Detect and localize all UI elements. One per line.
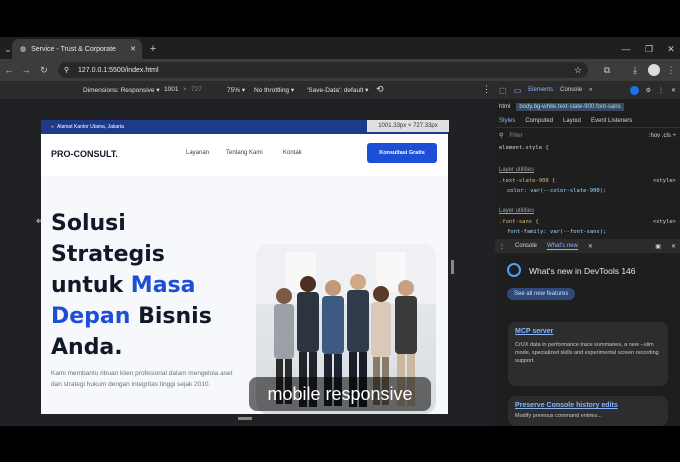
drawer-tab-whats-new[interactable]: What's new [547, 243, 578, 250]
url-field[interactable]: ⚲ 127.0.0.1:5500/index.html ☆ [58, 62, 588, 78]
feature-body: CrUX data in performance trace summaries… [515, 342, 659, 364]
device-menu-icon[interactable]: ⋮ [482, 84, 491, 95]
style-source-link[interactable]: <style> [653, 178, 676, 184]
drawer-menu-icon[interactable]: ⋮ [499, 243, 505, 250]
more-tabs-icon[interactable]: » [589, 87, 592, 93]
filter-options[interactable]: :hov .cls + [649, 133, 676, 139]
hero-heading: Solusi Strategis untuk Masa Depan Bisnis… [51, 208, 251, 363]
throttling-select[interactable]: No throttling ▾ [254, 86, 294, 94]
style-source-link[interactable]: <style> [653, 219, 676, 225]
profile-avatar[interactable] [648, 64, 660, 76]
rotate-icon[interactable]: ⟲ [376, 84, 384, 95]
feature-body: Modify previous command entries... [515, 413, 602, 419]
site-logo[interactable]: PRO-CONSULT. [51, 149, 118, 159]
drawer-tab-console[interactable]: Console [515, 243, 537, 249]
inspect-icon[interactable]: ⬚ [499, 86, 507, 95]
close-devtools-icon[interactable]: ✕ [671, 87, 676, 94]
url-text: 127.0.0.1:5500/index.html [78, 66, 159, 74]
browser-tab[interactable]: ◍ Service - Trust & Corporate ✕ [12, 39, 142, 59]
element-style-rule[interactable]: element.style { [499, 145, 549, 151]
whats-new-title: What's new in DevTools 146 [529, 266, 636, 276]
globe-icon: ◍ [20, 46, 27, 53]
width-input[interactable]: 1001 [164, 86, 178, 93]
back-icon[interactable]: ← [3, 64, 15, 76]
times-icon: × [183, 86, 187, 93]
styles-filter-input[interactable]: Filter [509, 133, 522, 139]
hero-line-5: Anda. [51, 335, 123, 360]
rule-property[interactable]: color: var(--color-slate-900); [507, 188, 606, 194]
hero-description: Kami membantu ribuan klien profesional d… [51, 370, 233, 388]
layer-label: Layer utilities [499, 208, 535, 214]
device-toggle-icon[interactable]: ▭ [514, 86, 522, 95]
top-address-text: Alamat Kantor Utama, Jakarta [57, 124, 125, 130]
feature-title-link[interactable]: Preserve Console history edits [515, 402, 661, 409]
video-caption: mobile responsive [249, 377, 431, 411]
new-tab-icon[interactable]: + [147, 43, 159, 55]
rule-selector[interactable]: .text-slate-900 { [499, 178, 555, 184]
feature-card: MCP server CrUX data in performance trac… [508, 322, 668, 386]
device-toolbar: Dimensions: Responsive ▾ 1001 × 727 75% … [0, 81, 495, 99]
tab-event-listeners[interactable]: Event Listeners [591, 118, 632, 124]
nav-link-layanan[interactable]: Layanan [186, 150, 209, 156]
hero-text: untuk [51, 273, 131, 298]
hero-line-1: Solusi [51, 211, 126, 236]
chrome-devtools-logo [507, 263, 521, 277]
bookmark-star-icon[interactable]: ☆ [574, 65, 582, 76]
issues-icon[interactable] [629, 85, 639, 95]
screen: ⌄ ◍ Service - Trust & Corporate ✕ + — ❐ … [0, 0, 680, 462]
site-info-icon[interactable]: ⚲ [64, 66, 69, 74]
save-data-select[interactable]: 'Save-Data': default ▾ [307, 86, 368, 94]
tab-styles[interactable]: Styles [499, 118, 515, 124]
rule-selector[interactable]: .font-sans { [499, 219, 539, 225]
hero-line-3: untuk Masa [51, 270, 251, 301]
hero-highlight: Depan [51, 304, 131, 329]
location-pin-icon: ● [51, 124, 55, 130]
minimize-icon[interactable]: — [620, 43, 632, 55]
filter-icon: ⚲ [499, 133, 504, 139]
hero-text: Bisnis [130, 304, 212, 329]
close-drawer-icon[interactable]: ✕ [671, 243, 676, 250]
tab-console[interactable]: Console [560, 87, 582, 93]
feature-card: Preserve Console history edits Modify pr… [508, 396, 668, 426]
breadcrumb-html[interactable]: html [499, 104, 510, 110]
nav-link-tentang-kami[interactable]: Tentang Kami [226, 150, 263, 156]
close-window-icon[interactable]: ✕ [665, 43, 677, 55]
close-drawer-tab-icon[interactable]: ✕ [588, 243, 593, 250]
resize-bottom-handle[interactable] [238, 417, 252, 420]
webpage: ● Alamat Kantor Utama, Jakarta PRO-CONSU… [41, 120, 448, 414]
extensions-icon[interactable]: ⧉ [601, 64, 613, 76]
hero-line-2: Strategis [51, 242, 165, 267]
dock-icon[interactable]: ▣ [655, 243, 661, 250]
tab-layout[interactable]: Layout [563, 118, 581, 124]
zoom-select[interactable]: 75% ▾ [227, 86, 245, 94]
viewport-size-badge: 1001.33px × 727.33px [367, 120, 449, 132]
nav-link-kontak[interactable]: Kontak [283, 150, 302, 156]
tab-computed[interactable]: Computed [525, 118, 553, 124]
layer-label: Layer utilities [499, 167, 535, 173]
height-input[interactable]: 727 [191, 86, 202, 93]
free-consultation-button[interactable]: Konsultasi Gratis [367, 143, 437, 163]
maximize-icon[interactable]: ❐ [643, 43, 655, 55]
reload-icon[interactable]: ↻ [38, 64, 50, 76]
tab-elements[interactable]: Elements [528, 87, 553, 93]
rule-property[interactable]: font-family: var(--font-sans); [507, 229, 606, 235]
resize-right-handle[interactable] [451, 260, 454, 274]
devtools-menu-icon[interactable]: ⋮ [658, 87, 664, 94]
tab-title: Service - Trust & Corporate [31, 45, 116, 53]
menu-icon[interactable]: ⋮ [665, 64, 677, 76]
feature-title-link[interactable]: MCP server [515, 328, 661, 335]
settings-gear-icon[interactable]: ⚙ [646, 87, 651, 94]
close-tab-icon[interactable]: ✕ [130, 45, 136, 53]
bottom-letterbox [0, 426, 680, 462]
hero-highlight: Masa [130, 273, 196, 298]
hero-line-4: Depan Bisnis [51, 301, 251, 332]
download-icon[interactable]: ⤓ [629, 64, 641, 76]
dimensions-select[interactable]: Dimensions: Responsive ▾ [83, 86, 160, 94]
breadcrumb-body[interactable]: body.bg-white.text-slate-900.font-sans [516, 103, 624, 111]
forward-icon[interactable]: → [20, 64, 32, 76]
see-all-features-button[interactable]: See all new features [507, 288, 576, 300]
